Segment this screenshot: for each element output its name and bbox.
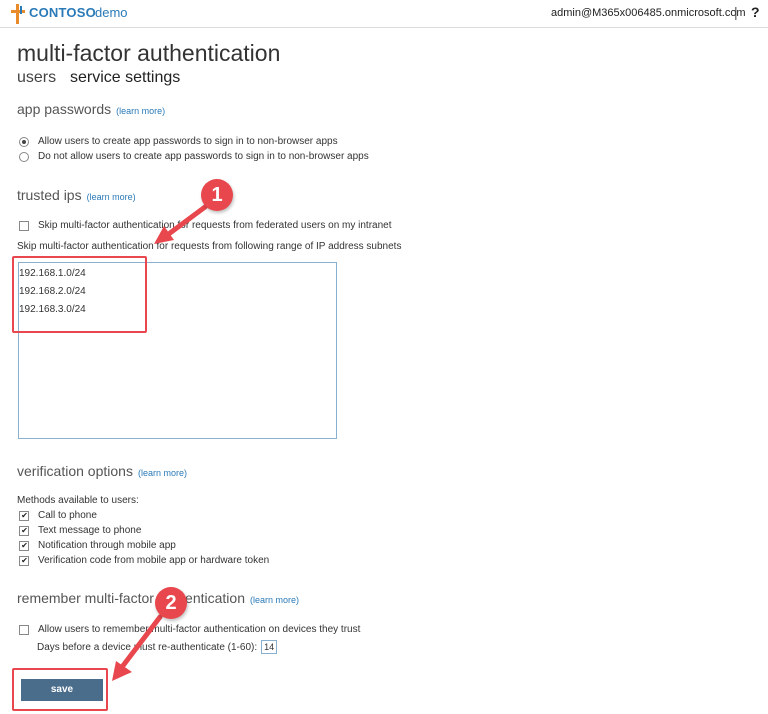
header-separator: | [734, 4, 738, 20]
trusted-ips-title: trusted ips [17, 187, 82, 203]
method-text-checkbox[interactable] [19, 525, 29, 536]
help-icon[interactable]: ? [751, 4, 760, 20]
method-app-notification-label: Notification through mobile app [38, 540, 176, 551]
days-reauth-label: Days before a device must re-authenticat… [37, 642, 258, 653]
method-verification-code-label: Verification code from mobile app or har… [38, 555, 270, 566]
method-option-text[interactable]: Text message to phone [19, 525, 141, 536]
app-passwords-deny-radio[interactable] [19, 151, 29, 162]
top-bar: CONTOSO demo admin@M365x006485.onmicroso… [0, 0, 768, 28]
days-reauth-input[interactable]: 14 [261, 640, 278, 654]
brand-subtitle: demo [95, 5, 128, 20]
app-passwords-allow-label: Allow users to create app passwords to s… [38, 136, 338, 147]
method-verification-code-checkbox[interactable] [19, 555, 29, 566]
method-option-call[interactable]: Call to phone [19, 510, 97, 521]
remember-mfa-label: Allow users to remember multi-factor aut… [38, 624, 361, 635]
method-option-app-notification[interactable]: Notification through mobile app [19, 540, 176, 551]
app-passwords-deny-label: Do not allow users to create app passwor… [38, 151, 369, 162]
verification-options-heading: verification options (learn more) [17, 463, 187, 479]
trusted-ips-learn-more-link[interactable]: (learn more) [87, 192, 136, 202]
method-text-label: Text message to phone [38, 525, 142, 536]
remember-mfa-checkbox[interactable] [19, 624, 29, 635]
remember-mfa-learn-more-link[interactable]: (learn more) [250, 595, 299, 605]
tab-service-settings[interactable]: service settings [70, 69, 180, 87]
callout-1-badge: 1 [201, 179, 233, 211]
app-passwords-allow-radio[interactable] [19, 136, 29, 147]
contoso-logo-icon [11, 4, 25, 24]
tab-users[interactable]: users [17, 69, 56, 87]
save-highlight-box [12, 668, 108, 711]
skip-federated-label: Skip multi-factor authentication for req… [38, 220, 392, 231]
subnet-range-label: Skip multi-factor authentication for req… [17, 241, 402, 252]
page-title: multi-factor authentication [17, 40, 281, 66]
method-app-notification-checkbox[interactable] [19, 540, 29, 551]
skip-federated-option[interactable]: Skip multi-factor authentication for req… [19, 220, 392, 231]
signed-in-user[interactable]: admin@M365x006485.onmicrosoft.com [551, 7, 746, 19]
app-passwords-heading: app passwords (learn more) [17, 101, 165, 117]
trusted-ips-heading: trusted ips (learn more) [17, 187, 136, 203]
app-passwords-learn-more-link[interactable]: (learn more) [116, 106, 165, 116]
verification-learn-more-link[interactable]: (learn more) [138, 468, 187, 478]
app-passwords-deny-option[interactable]: Do not allow users to create app passwor… [19, 151, 369, 162]
verification-options-title: verification options [17, 463, 133, 479]
subnets-highlight-box [12, 256, 147, 333]
method-option-verification-code[interactable]: Verification code from mobile app or har… [19, 555, 269, 566]
remember-mfa-option[interactable]: Allow users to remember multi-factor aut… [19, 624, 360, 635]
app-passwords-title: app passwords [17, 101, 112, 117]
methods-label: Methods available to users: [17, 495, 139, 506]
skip-federated-checkbox[interactable] [19, 220, 29, 231]
method-call-checkbox[interactable] [19, 510, 29, 521]
method-call-label: Call to phone [38, 510, 97, 521]
app-passwords-allow-option[interactable]: Allow users to create app passwords to s… [19, 136, 338, 147]
callout-2-badge: 2 [155, 587, 187, 619]
days-reauth-row: Days before a device must re-authenticat… [37, 640, 278, 654]
brand-name: CONTOSO [29, 5, 96, 20]
remember-mfa-title: remember multi-factor authentication [17, 590, 245, 606]
